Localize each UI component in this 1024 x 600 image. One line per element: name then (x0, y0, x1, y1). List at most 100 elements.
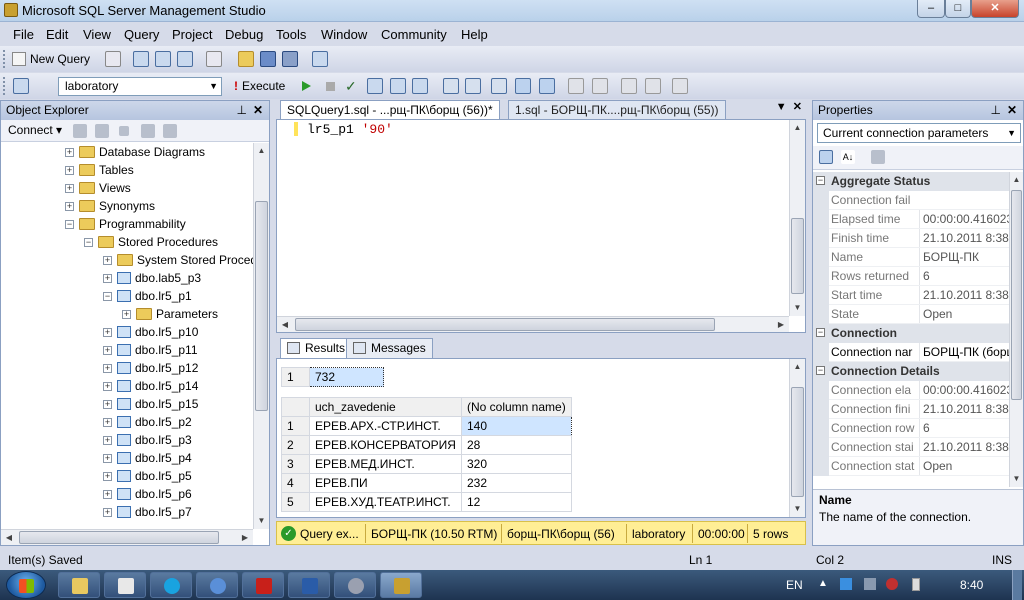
row-number[interactable]: 2 (281, 435, 310, 455)
tree-node[interactable]: + Tables (65, 161, 134, 179)
new-query-button[interactable]: New Query (12, 51, 90, 67)
display-plan-icon[interactable] (367, 78, 383, 94)
properties-vertical-scrollbar[interactable]: ▲ ▼ (1009, 172, 1023, 487)
scroll-down-icon[interactable]: ▼ (254, 513, 269, 529)
save-all-icon[interactable] (282, 51, 298, 67)
tree-node[interactable]: + dbo.lr5_p4 (103, 449, 192, 467)
property-value[interactable]: Open (919, 305, 1009, 323)
uncomment-lines-icon[interactable] (592, 78, 608, 94)
row-number[interactable]: 5 (281, 492, 310, 512)
toolbar-grip[interactable] (3, 50, 6, 68)
grid-cell[interactable]: 28 (460, 435, 572, 455)
menu-help[interactable]: Help (461, 27, 488, 42)
tree-node[interactable]: + dbo.lr5_p12 (103, 359, 198, 377)
scroll-up-icon[interactable]: ▲ (254, 143, 269, 159)
scroll-thumb[interactable] (1011, 190, 1022, 400)
taskbar-app[interactable] (334, 572, 376, 598)
expand-icon[interactable]: + (103, 328, 112, 337)
menu-edit[interactable]: Edit (46, 27, 68, 42)
include-plan-icon[interactable] (443, 78, 459, 94)
results-vertical-scrollbar[interactable]: ▲ ▼ (789, 359, 805, 517)
tree-node[interactable]: + dbo.lr5_p6 (103, 485, 192, 503)
tree-node[interactable]: − dbo.lr5_p1 (103, 287, 192, 305)
grid-cell[interactable]: ЕРЕВ.АРХ.-СТР.ИНСТ. (309, 416, 462, 436)
expand-icon[interactable]: + (103, 418, 112, 427)
tab-sqlquery1[interactable]: SQLQuery1.sql - ...рщ-ПК\борщ (56))* (280, 100, 500, 119)
property-pages-icon[interactable] (871, 150, 885, 164)
editor-horizontal-scrollbar[interactable]: ◀ ▶ (277, 316, 789, 332)
tree-node[interactable]: + Database Diagrams (65, 143, 205, 161)
execute-button[interactable]: ! Execute (234, 78, 285, 94)
show-desktop-button[interactable] (1012, 570, 1022, 600)
language-indicator[interactable]: EN (786, 578, 803, 592)
show-hidden-icons-icon[interactable]: ▲ (818, 578, 828, 589)
tree-node[interactable]: + dbo.lr5_p2 (103, 413, 192, 431)
expand-icon[interactable]: + (65, 202, 74, 211)
tree-node[interactable]: + dbo.lab5_p3 (103, 269, 201, 287)
save-icon[interactable] (260, 51, 276, 67)
expand-icon[interactable]: + (103, 382, 112, 391)
table-row[interactable]: 1 732 (281, 367, 384, 387)
taskbar-word[interactable] (288, 572, 330, 598)
property-value[interactable]: Open (919, 457, 1009, 475)
connect-icon[interactable] (73, 124, 87, 138)
taskbar-acrobat[interactable] (242, 572, 284, 598)
parse-checkmark-icon[interactable]: ✓ (345, 78, 361, 94)
tab-messages[interactable]: Messages (346, 338, 433, 358)
query-editor[interactable]: lr5_p1 '90' ▲ ▼ ◀ ▶ (276, 119, 806, 333)
results-to-text-icon[interactable] (491, 78, 507, 94)
column-header[interactable]: uch_zavedenie (309, 397, 462, 417)
scroll-down-icon[interactable]: ▼ (1010, 471, 1023, 487)
scroll-up-icon[interactable]: ▲ (790, 359, 805, 375)
scroll-thumb[interactable] (295, 318, 715, 331)
property-row[interactable]: Elapsed time 00:00:00.4160238 (813, 210, 1009, 229)
menu-file[interactable]: File (13, 27, 34, 42)
debug-play-icon[interactable] (302, 81, 311, 91)
increase-indent-icon[interactable] (645, 78, 661, 94)
property-value[interactable]: 6 (919, 267, 1009, 285)
dropbox-icon[interactable] (840, 578, 852, 590)
network-icon[interactable] (864, 578, 876, 590)
property-category[interactable]: − Connection (813, 324, 1009, 343)
filter-icon[interactable] (141, 124, 155, 138)
menu-debug[interactable]: Debug (225, 27, 263, 42)
property-row[interactable]: Connection fini 21.10.2011 8:38:0 (813, 400, 1009, 419)
tree-node[interactable]: + dbo.lr5_p3 (103, 431, 192, 449)
tree-node[interactable]: + dbo.lr5_p10 (103, 323, 198, 341)
xmla-query-icon[interactable] (177, 51, 193, 67)
new-file-icon[interactable] (105, 51, 121, 67)
tree-node[interactable]: + dbo.lr5_p14 (103, 377, 198, 395)
tab-1-sql[interactable]: 1.sql - БОРЩ-ПК....рщ-ПК\борщ (55)) (508, 100, 726, 119)
toolbar-grip[interactable] (3, 77, 6, 95)
results-grid-2[interactable]: uch_zavedenie (No column name) 1 ЕРЕВ.АРХ… (281, 397, 572, 512)
property-category[interactable]: − Connection Details (813, 362, 1009, 381)
table-row[interactable]: 2 ЕРЕВ.КОНСЕРВАТОРИЯ 28 (281, 435, 572, 455)
scroll-thumb[interactable] (791, 387, 804, 497)
grid-cell[interactable]: ЕРЕВ.ПИ (309, 473, 462, 493)
analysis-query-icon[interactable] (155, 51, 171, 67)
table-row[interactable]: 4 ЕРЕВ.ПИ 232 (281, 473, 572, 493)
grid-cell[interactable]: ЕРЕВ.ХУД.ТЕАТР.ИНСТ. (309, 492, 462, 512)
expand-icon[interactable]: + (65, 148, 74, 157)
collapse-icon[interactable]: − (65, 220, 74, 229)
maximize-button[interactable]: □ (945, 0, 971, 18)
menu-community[interactable]: Community (381, 27, 447, 42)
open-file-icon[interactable] (238, 51, 254, 67)
clock[interactable]: 8:40 (960, 578, 983, 592)
property-row[interactable]: Rows returned 6 (813, 267, 1009, 286)
specify-template-values-icon[interactable] (672, 78, 688, 94)
tree-node[interactable]: + dbo.lr5_p7 (103, 503, 192, 521)
pin-icon[interactable]: ⊥ (237, 101, 247, 119)
collapse-icon[interactable]: − (103, 292, 112, 301)
scroll-thumb[interactable] (255, 201, 268, 411)
scroll-down-icon[interactable]: ▼ (790, 300, 805, 316)
results-file-icon[interactable] (539, 78, 555, 94)
expand-icon[interactable]: + (103, 256, 112, 265)
scroll-right-icon[interactable]: ▶ (773, 317, 789, 332)
tree-node[interactable]: − Stored Procedures (84, 233, 218, 251)
taskbar-skype[interactable] (150, 572, 192, 598)
menu-tools[interactable]: Tools (276, 27, 306, 42)
menu-view[interactable]: View (83, 27, 111, 42)
property-value[interactable]: 21.10.2011 8:38:0 (919, 229, 1009, 247)
grid-cell-selected[interactable]: 140 (460, 416, 572, 436)
